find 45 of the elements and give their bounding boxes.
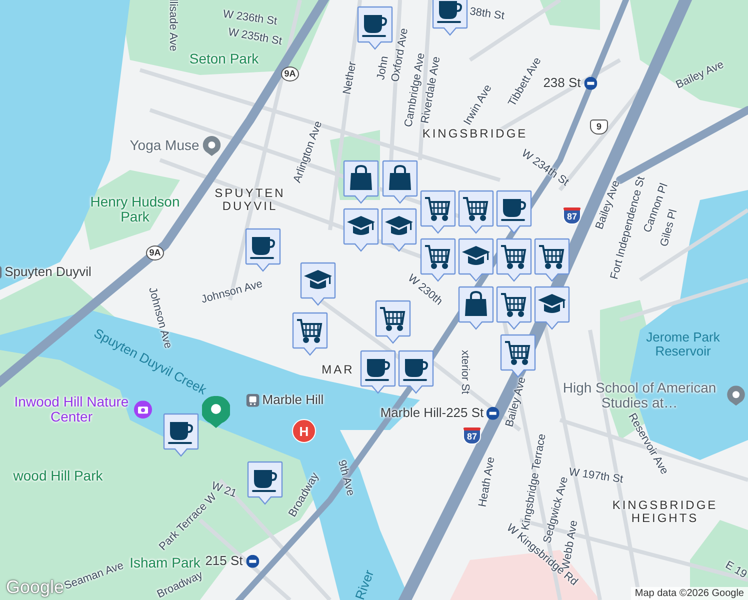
street-label: Seaman Ave (62, 560, 126, 592)
water-label: River (353, 568, 377, 600)
neighborhood-label: MAR (320, 363, 356, 377)
route-shield: 9 (590, 120, 608, 134)
street-label: 9th Ave (335, 458, 357, 498)
street-label: E 19 (723, 559, 748, 581)
place-label: Inwood Hill Nature Center (12, 394, 152, 426)
water-label: Jerome Park Reservoir (645, 330, 721, 360)
street-label: Johnson Ave (146, 286, 174, 350)
neighborhood-label: SPUYTEN DUYVIL (214, 186, 286, 214)
interstate-shield: 87 (463, 428, 481, 444)
subway-icon (246, 554, 259, 568)
neighborhood-label: KINGSBRIDGE HEIGHTS (611, 498, 719, 526)
park-label: wood Hill Park (13, 468, 103, 484)
street-label: Bailey Ave (504, 376, 528, 428)
street-label: Bailey Ave (674, 58, 726, 92)
street-label: Giles Pl (658, 208, 680, 248)
station-label: Marble Hill (246, 392, 324, 408)
attribution-text: Map data ©2026 Google (630, 587, 748, 600)
subway-icon (584, 76, 597, 90)
park-label: Seton Park (189, 51, 259, 67)
street-label: xterior St (458, 350, 472, 394)
place-pin-icon (727, 386, 745, 406)
camera-icon (134, 401, 152, 419)
street-label: 38th St (468, 6, 506, 22)
street-label: John (374, 55, 391, 81)
google-logo: Google (6, 577, 64, 598)
station-label: 238 St (543, 76, 597, 90)
park-label: Isham Park (130, 555, 200, 571)
place-label: High School of American Studies at… (555, 380, 745, 412)
street-label: W 197th St (568, 466, 624, 486)
street-label: Kingsbridge Terrace (520, 432, 548, 532)
street-label: Nether (341, 60, 359, 96)
street-label: W 235th St (227, 26, 283, 48)
street-label: Johnson Ave (200, 278, 264, 306)
street-label: Heath Ave (476, 456, 498, 508)
place-label: Yoga Muse (130, 136, 220, 156)
subway-icon (486, 406, 500, 420)
interstate-shield: 87 (563, 208, 581, 224)
park-label: Henry Hudson Park (89, 194, 181, 226)
station-label: 215 St (205, 554, 259, 568)
street-label: Oxford Ave (389, 27, 411, 83)
place-pin-icon (202, 136, 220, 156)
street-label: W 236th St (222, 8, 278, 28)
neighborhood-label: KINGSBRIDGE (422, 127, 529, 141)
